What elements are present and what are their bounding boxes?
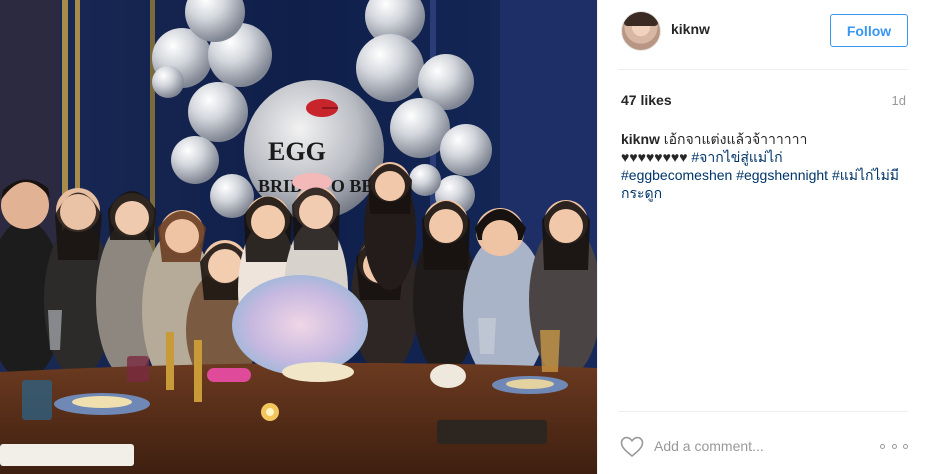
hashtag-link[interactable]: #จากไข่สู่แม่ไก่	[691, 149, 782, 165]
avatar[interactable]	[621, 11, 661, 51]
comment-bar	[618, 411, 908, 474]
hashtag-link[interactable]: #eggbecomeshen	[621, 167, 732, 183]
post-photo[interactable]: EGG BRIDE TO BE	[0, 0, 597, 474]
more-dot	[880, 443, 885, 449]
comment-input[interactable]	[654, 434, 864, 458]
caption-username[interactable]: kiknw	[621, 131, 660, 147]
username-link[interactable]: kiknw	[671, 21, 710, 37]
post-header: kiknw Follow	[618, 0, 908, 70]
follow-button[interactable]: Follow	[830, 14, 908, 47]
likes-count[interactable]: 47 likes	[621, 92, 672, 108]
more-options-icon[interactable]	[880, 439, 908, 453]
hashtag-link[interactable]: #eggshennight	[736, 167, 828, 183]
caption-text: เอ้กจาแต่งแล้วจ้าาาาาา	[663, 131, 808, 147]
post-caption: kiknw เอ้กจาแต่งแล้วจ้าาาาาา ♥♥♥♥♥♥♥♥ #จ…	[621, 130, 901, 202]
flower-bouquet	[232, 275, 368, 375]
more-dot	[903, 443, 908, 449]
avatar-hair	[624, 12, 658, 26]
party-photo-illustration: EGG BRIDE TO BE	[0, 0, 597, 474]
balloon-text-egg: EGG	[268, 137, 326, 166]
post-age[interactable]: 1d	[892, 93, 906, 108]
heart-outline-icon[interactable]	[620, 436, 644, 458]
caption-hearts: ♥♥♥♥♥♥♥♥	[621, 149, 688, 165]
more-dot	[891, 443, 897, 449]
post-sidebar: kiknw Follow 47 likes 1d kiknw เอ้กจาแต่…	[597, 0, 930, 474]
